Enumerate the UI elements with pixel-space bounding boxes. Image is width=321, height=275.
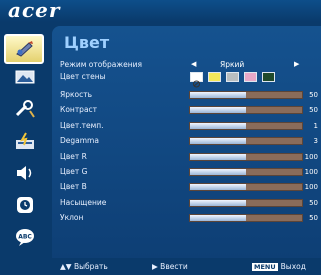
no-color-icon bbox=[193, 80, 200, 88]
slider-row[interactable]: Цвет B 100 bbox=[60, 180, 318, 194]
slider-label: Цвет.темп. bbox=[60, 120, 104, 130]
sidebar-item-image[interactable] bbox=[10, 64, 40, 90]
slider-track[interactable] bbox=[189, 91, 303, 99]
play-arrow-icon: ▶ bbox=[152, 262, 158, 271]
slider-track[interactable] bbox=[189, 152, 303, 161]
slider-label: Насыщение bbox=[60, 197, 107, 207]
sidebar-item-language[interactable]: ABC bbox=[10, 224, 40, 250]
slider-value: 50 bbox=[309, 106, 318, 115]
slider-label: Уклон bbox=[60, 213, 84, 223]
slider-fill bbox=[190, 169, 246, 175]
slider-row[interactable]: Цвет.темп. 1 bbox=[60, 119, 318, 133]
slider-value: 50 bbox=[309, 214, 318, 223]
slider-track[interactable] bbox=[189, 168, 303, 176]
sidebar-item-audio[interactable] bbox=[10, 160, 40, 186]
settings-icon bbox=[15, 100, 35, 118]
slider-track[interactable] bbox=[189, 106, 303, 115]
slider-label: Цвет B bbox=[60, 182, 87, 192]
slider-value: 100 bbox=[304, 152, 318, 161]
select-hint: ▲▼ Выбрать bbox=[60, 262, 108, 271]
sidebar-item-timer[interactable] bbox=[10, 192, 40, 218]
slider-fill bbox=[190, 199, 246, 206]
wall-color-swatch[interactable] bbox=[208, 72, 221, 82]
slider-value: 50 bbox=[309, 198, 318, 207]
svg-text:ABC: ABC bbox=[18, 234, 32, 241]
slider-row[interactable]: Яркость 50 bbox=[60, 88, 318, 102]
slider-row[interactable]: Контраст 50 bbox=[60, 103, 318, 117]
slider-value: 100 bbox=[304, 183, 318, 192]
sidebar-item-management[interactable] bbox=[10, 128, 40, 154]
arrow-left-icon[interactable]: ◀ bbox=[191, 58, 196, 70]
slider-row[interactable]: Насыщение 50 bbox=[60, 196, 318, 210]
wall-color-swatch-selected[interactable] bbox=[190, 72, 203, 88]
speaker-icon bbox=[17, 166, 32, 180]
slider-label: Degamma bbox=[60, 136, 99, 146]
up-down-arrows-icon: ▲▼ bbox=[60, 262, 72, 271]
top-bar: acer bbox=[0, 0, 321, 22]
arrow-right-icon[interactable]: ▶ bbox=[294, 58, 299, 70]
slider-label: Яркость bbox=[60, 90, 93, 99]
slider-label: Цвет G bbox=[60, 167, 88, 176]
slider-row[interactable]: Цвет R 100 bbox=[60, 150, 318, 164]
slider-label: Контраст bbox=[60, 105, 98, 115]
color-palette-icon bbox=[16, 41, 33, 57]
slider-value: 100 bbox=[304, 168, 318, 176]
timer-icon bbox=[17, 197, 33, 213]
slider-value: 1 bbox=[313, 121, 318, 130]
wall-color-label: Цвет стены bbox=[60, 72, 106, 81]
acer-logo: acer bbox=[8, 0, 61, 22]
slider-fill bbox=[190, 107, 246, 114]
display-mode-value: Яркий bbox=[220, 60, 245, 69]
slider-track[interactable] bbox=[189, 214, 303, 223]
slider-track[interactable] bbox=[189, 198, 303, 207]
page-title: Цвет bbox=[64, 33, 110, 52]
language-icon: ABC bbox=[16, 229, 34, 246]
slider-track[interactable] bbox=[189, 137, 303, 146]
slider-fill bbox=[190, 184, 246, 191]
slider-fill bbox=[190, 153, 246, 160]
sidebar-item-settings[interactable] bbox=[10, 96, 40, 122]
slider-value: 50 bbox=[309, 91, 318, 99]
wall-color-swatch[interactable] bbox=[262, 72, 275, 82]
slider-row[interactable]: Degamma 3 bbox=[60, 134, 318, 148]
slider-row[interactable]: Цвет G 100 bbox=[60, 165, 318, 179]
management-icon bbox=[16, 132, 34, 149]
slider-fill bbox=[190, 92, 246, 98]
slider-value: 3 bbox=[313, 137, 318, 146]
slider-track[interactable] bbox=[189, 121, 303, 130]
menu-key-badge: MENU bbox=[252, 263, 278, 271]
wall-color-row[interactable]: Цвет стены bbox=[60, 70, 318, 88]
enter-hint: ▶ Ввести bbox=[152, 262, 188, 271]
slider-track[interactable] bbox=[189, 183, 303, 192]
slider-label: Цвет R bbox=[60, 151, 87, 161]
slider-fill bbox=[190, 122, 246, 129]
image-icon bbox=[15, 70, 35, 84]
wall-color-swatch[interactable] bbox=[226, 72, 239, 82]
slider-fill bbox=[190, 215, 246, 222]
wall-color-swatch[interactable] bbox=[244, 72, 257, 82]
slider-fill bbox=[190, 138, 246, 145]
exit-hint: MENU Выход bbox=[252, 262, 306, 271]
slider-row[interactable]: Уклон 50 bbox=[60, 211, 318, 225]
footer-hints: ▲▼ Выбрать ▶ Ввести MENU Выход bbox=[0, 258, 321, 275]
sidebar-item-color[interactable] bbox=[4, 34, 44, 64]
